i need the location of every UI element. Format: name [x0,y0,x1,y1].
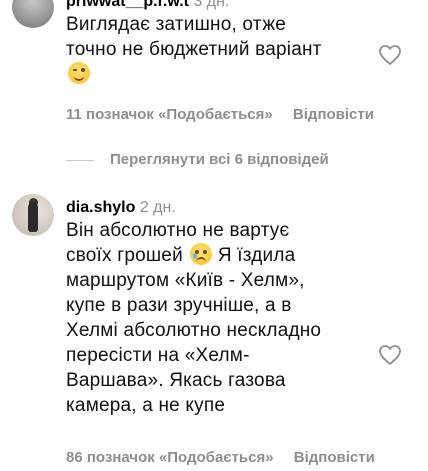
comment-line: своїх грошей Я їздила [66,243,296,266]
comment-text: Він абсолютно не вартує своїх грошей Я ї… [66,218,366,418]
comment-meta: 11 позначок «Подобається» Відповісти [66,105,374,125]
comment-line: маршрутом «Київ - Хелм», [66,270,305,291]
comment-line: Він абсолютно не вартує [66,220,290,241]
view-replies-button[interactable]: Переглянути всі 6 відповідей [66,150,329,170]
comment-line: Виглядає затишно, отже [66,14,286,35]
comment-header: priwwat__p.r.w.t 3 дн. [66,0,229,12]
heart-icon[interactable] [378,344,402,366]
avatar[interactable] [12,0,54,28]
view-replies-label[interactable]: Переглянути всі 6 відповідей [110,150,329,170]
username[interactable]: priwwat__p.r.w.t [66,0,189,10]
heart-icon[interactable] [378,44,402,66]
winking-face-emoji-icon [68,62,90,84]
comment-text: Виглядає затишно, отже точно не бюджетни… [66,12,386,87]
reply-button[interactable]: Відповісти [294,449,375,466]
comment-time: 2 дн. [139,199,176,216]
reply-button[interactable]: Відповісти [293,106,374,123]
crying-face-emoji-icon [190,243,213,265]
comment-meta: 86 позначок «Подобається» Відповісти [66,448,375,468]
likes-count[interactable]: 86 позначок «Подобається» [66,449,274,466]
username[interactable]: dia.shylo [66,199,135,216]
comment-line: точно не бюджетний варіант [66,39,322,60]
comment-line: купе в рази зручніше, а в [66,295,292,316]
comment-line: камера, а не купе [66,395,226,416]
avatar[interactable] [12,194,54,236]
likes-count[interactable]: 11 позначок «Подобається» [66,106,273,123]
comment-line: пересісти на «Хелм- [66,345,250,366]
comment-line: Хелмі абсолютно нескладно [66,320,322,341]
comment-time: 3 дн. [193,0,230,10]
replies-divider [66,159,94,161]
comment-line: Варшава». Якась газова [66,370,286,391]
comment-header: dia.shylo 2 дн. [66,198,176,218]
comment-line [66,62,386,87]
